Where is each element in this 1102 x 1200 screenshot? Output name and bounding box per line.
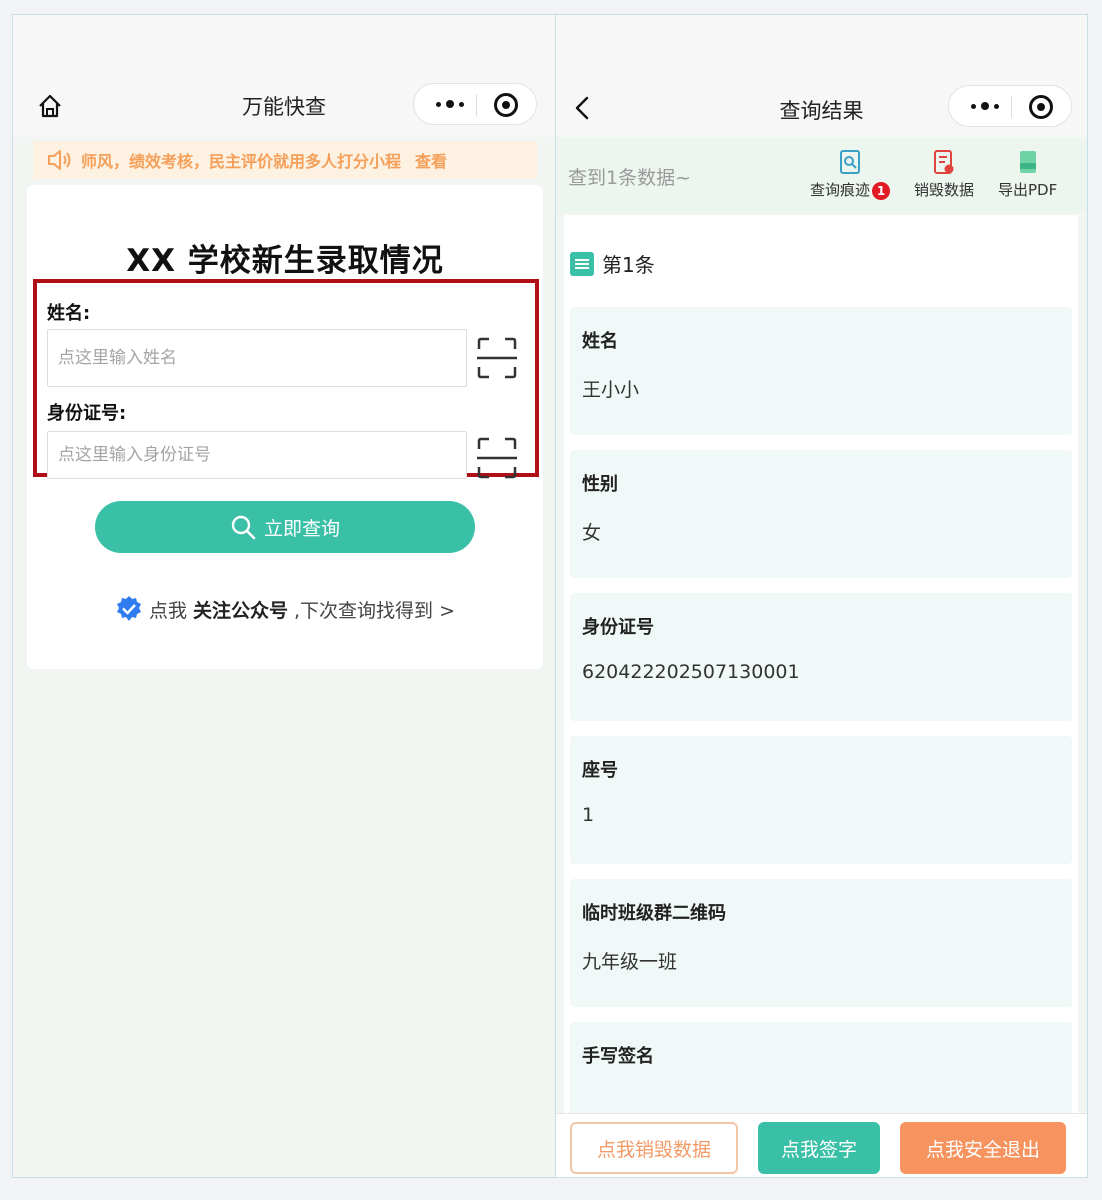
field-value: 1: [582, 804, 595, 826]
field-value: 王小小: [582, 379, 640, 401]
form-title: XX 学校新生录取情况: [126, 243, 444, 279]
field-block: 身份证号 620422202507130001: [570, 593, 1072, 721]
follow-account-link[interactable]: 点我 关注公众号 ,下次查询找得到 >: [27, 595, 543, 623]
search-icon: [231, 515, 256, 540]
destroy-tool[interactable]: 销毁数据: [914, 149, 974, 200]
record-title-label: 第1条: [602, 253, 655, 277]
field-block: 性别 女: [570, 450, 1072, 578]
result-page: 查询结果 查到1条数据~ 查询痕迹 1 销毁数据 导出PDF 第1条 姓名 王小…: [555, 15, 1087, 1177]
menu-capsule: [413, 83, 537, 125]
query-form-card: XX 学校新生录取情况 姓名: 身份证号: 立即查询: [27, 185, 543, 669]
field-value: 620422202507130001: [582, 661, 800, 683]
menu-capsule: [948, 85, 1072, 127]
more-dots-icon[interactable]: [432, 96, 468, 112]
scan-icon[interactable]: [477, 437, 517, 479]
field-block: 座号 1: [570, 736, 1072, 864]
speaker-icon: [48, 150, 71, 170]
trace-badge: 1: [872, 181, 891, 200]
query-button-label: 立即查询: [263, 517, 340, 540]
search-doc-icon: [840, 150, 860, 174]
field-block: 姓名 王小小: [570, 307, 1072, 435]
record-title: 第1条: [570, 249, 655, 278]
pdf-icon: [1019, 151, 1036, 173]
field-label: 性别: [582, 474, 618, 495]
notice-bar[interactable]: 师风，绩效考核，民主评价就用多人打分小程 查看: [33, 141, 537, 179]
name-label: 姓名:: [47, 303, 91, 324]
nav-bar: 查询结果: [556, 15, 1087, 137]
result-list: 第1条 姓名 王小小 性别 女 身份证号 620422202507130001 …: [564, 215, 1078, 1125]
follow-prefix: 点我: [148, 599, 187, 622]
id-label: 身份证号:: [47, 403, 127, 424]
field-label: 临时班级群二维码: [582, 903, 726, 924]
field-label: 姓名: [582, 331, 618, 352]
found-count: 查到1条数据~: [568, 167, 692, 189]
follow-suffix: ,下次查询找得到 >: [294, 599, 456, 622]
destroy-label: 销毁数据: [914, 181, 975, 199]
destroy-data-button[interactable]: 点我销毁数据: [570, 1122, 738, 1174]
follow-bold: 关注公众号: [193, 599, 289, 622]
field-label: 座号: [582, 760, 618, 781]
safe-exit-button[interactable]: 点我安全退出: [900, 1122, 1066, 1174]
sign-button[interactable]: 点我签字: [758, 1122, 880, 1174]
field-block: 手写签名: [570, 1022, 1072, 1125]
trace-tool[interactable]: 查询痕迹 1: [810, 149, 891, 200]
screenshot-frame: 万能快查 师风，绩效考核，民主评价就用多人打分小程 查看 XX 学校新生录取情况…: [12, 14, 1088, 1178]
field-label: 身份证号: [582, 617, 654, 638]
notice-link[interactable]: 查看: [415, 148, 447, 172]
name-input[interactable]: [47, 329, 467, 387]
target-icon[interactable]: [494, 93, 518, 117]
export-tool[interactable]: 导出PDF: [998, 149, 1057, 200]
delete-doc-icon: [934, 150, 954, 174]
query-button[interactable]: 立即查询: [95, 501, 475, 553]
id-input[interactable]: [47, 431, 467, 479]
result-toolbar: 查到1条数据~ 查询痕迹 1 销毁数据 导出PDF: [556, 137, 1087, 213]
action-footer: 点我销毁数据 点我签字 点我安全退出: [556, 1113, 1087, 1177]
field-label: 手写签名: [582, 1046, 654, 1067]
trace-label: 查询痕迹: [810, 181, 871, 199]
list-icon: [570, 251, 594, 276]
query-page: 万能快查 师风，绩效考核，民主评价就用多人打分小程 查看 XX 学校新生录取情况…: [13, 15, 555, 1177]
capsule-divider: [476, 94, 477, 116]
target-icon[interactable]: [1029, 95, 1053, 119]
field-block: 临时班级群二维码 九年级一班: [570, 879, 1072, 1007]
scan-icon[interactable]: [477, 337, 517, 379]
field-value: 九年级一班: [582, 951, 678, 973]
export-label: 导出PDF: [998, 181, 1058, 199]
nav-bar: 万能快查: [13, 15, 555, 137]
more-dots-icon[interactable]: [967, 98, 1003, 114]
capsule-divider: [1011, 96, 1012, 118]
notice-text: 师风，绩效考核，民主评价就用多人打分小程: [81, 152, 402, 171]
field-value: 女: [582, 522, 602, 544]
verified-badge-icon: [116, 596, 141, 621]
